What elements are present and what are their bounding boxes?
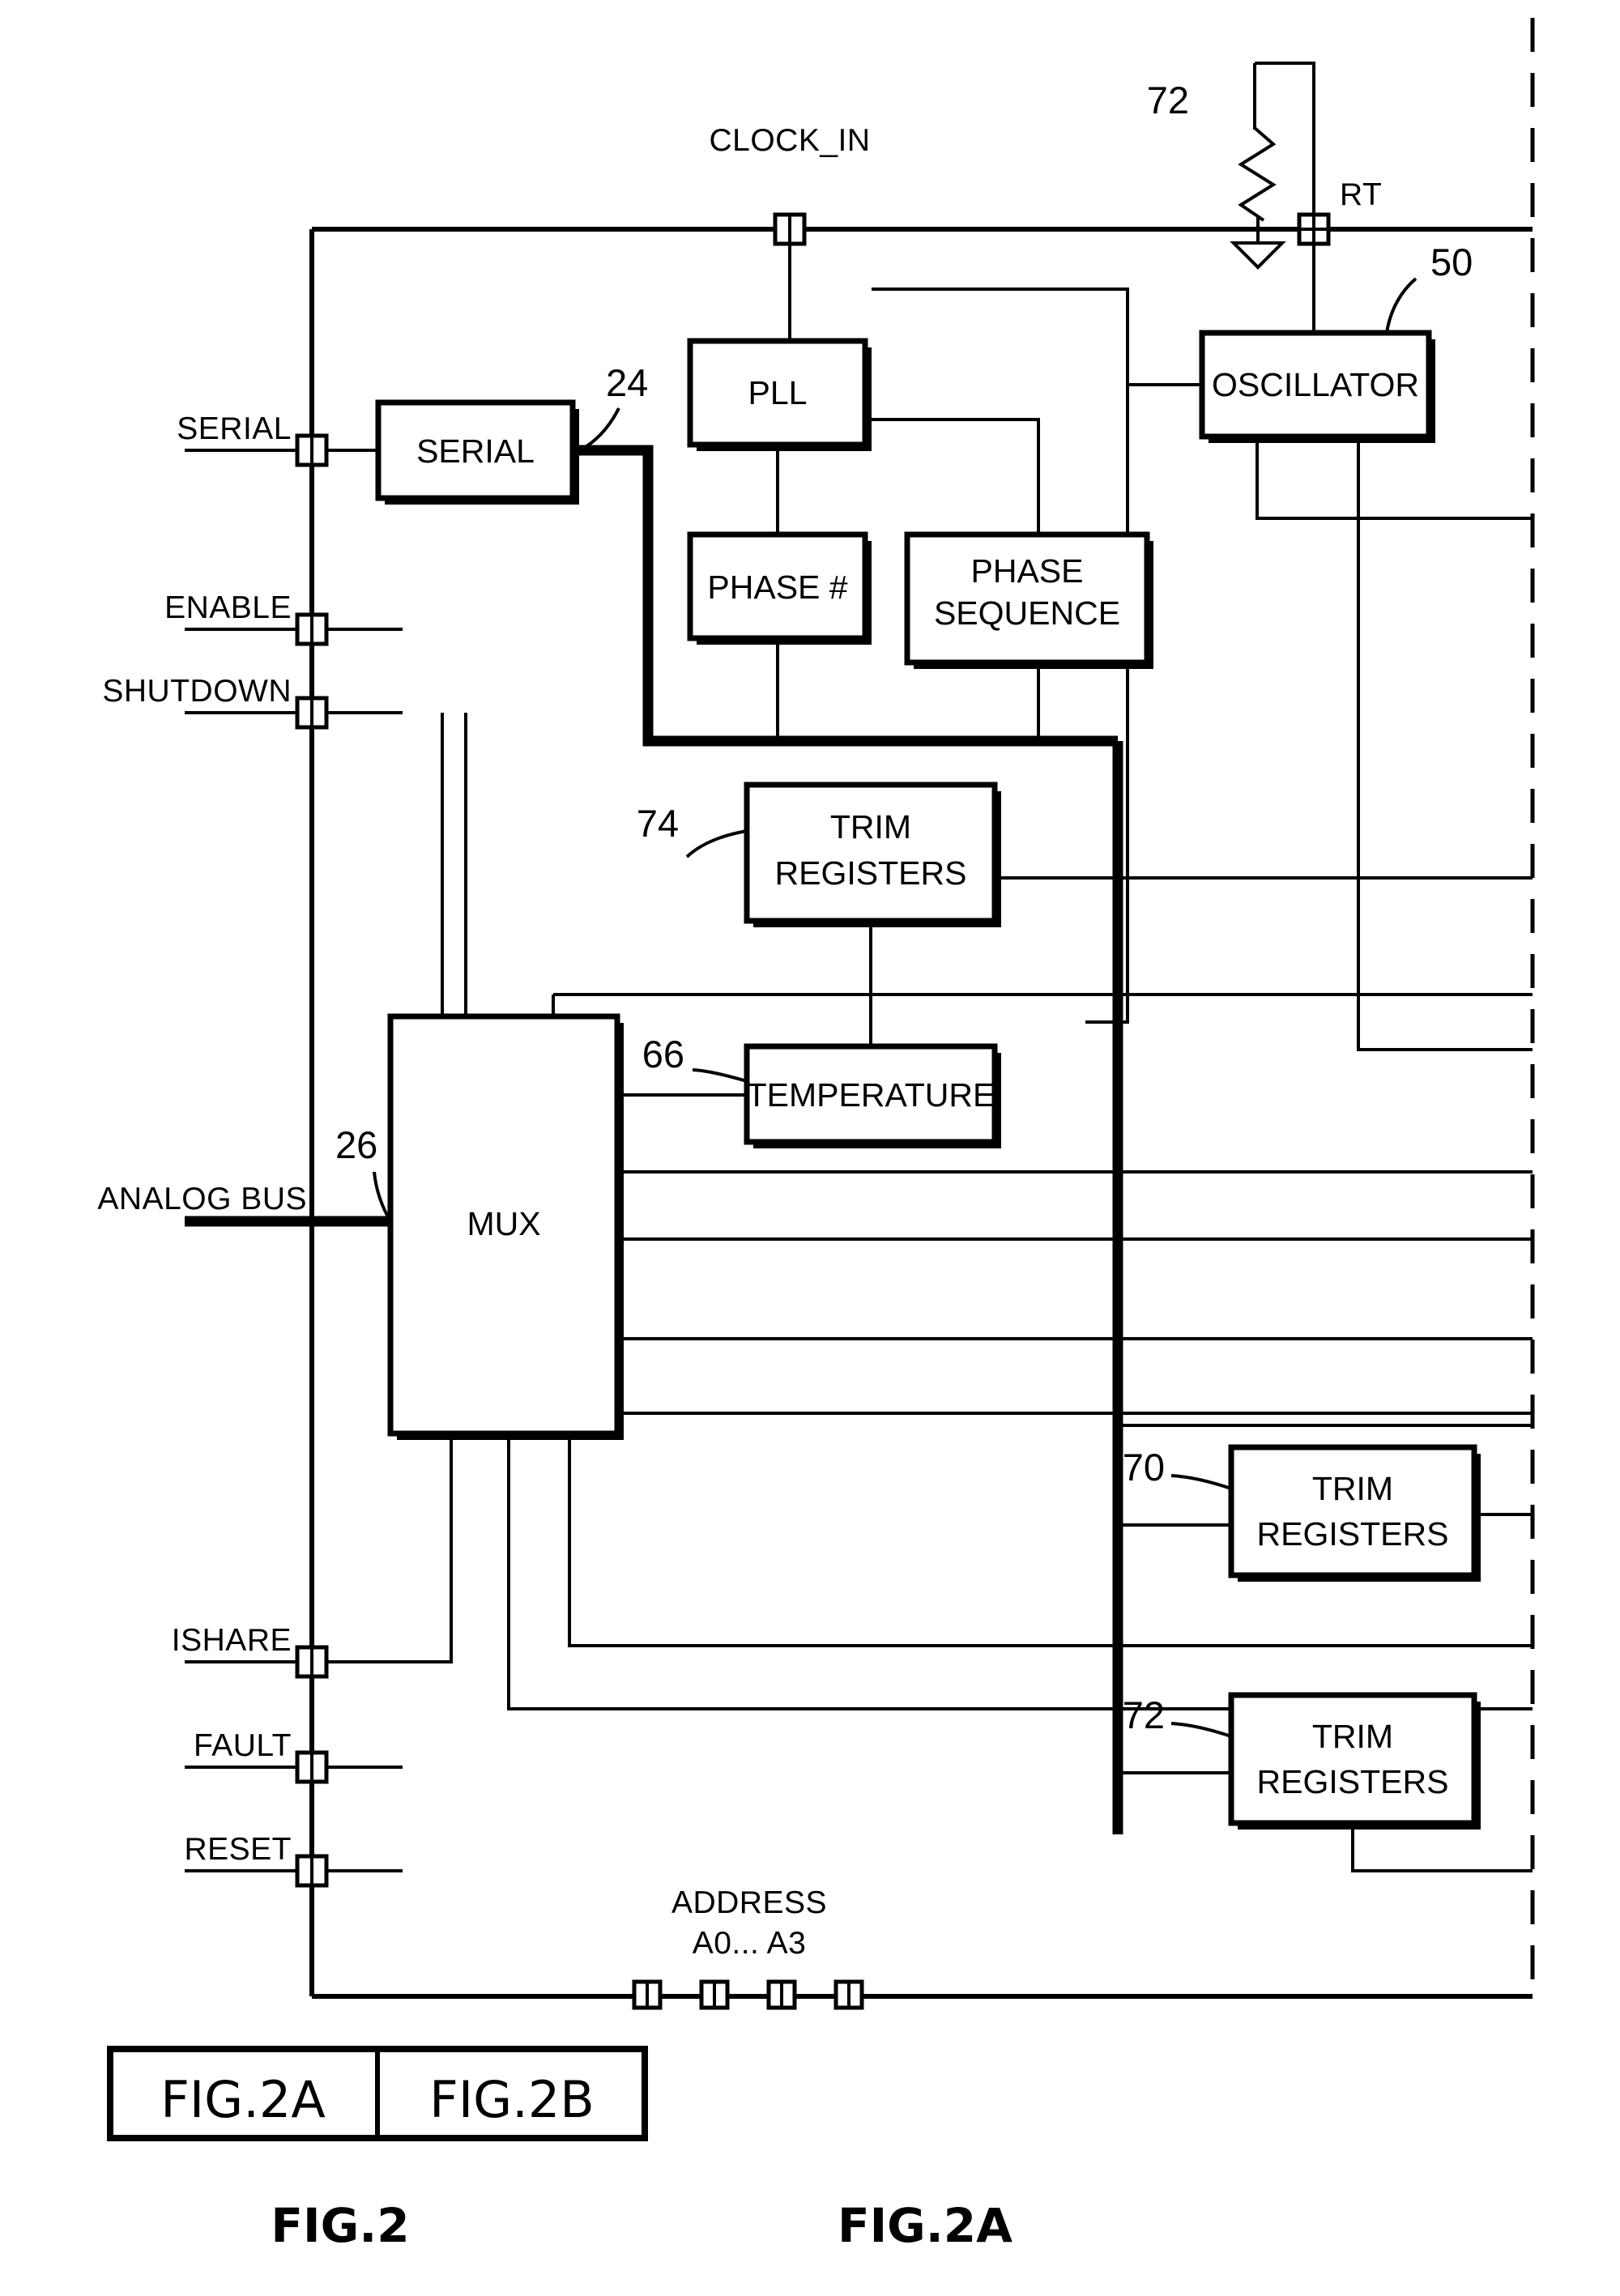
label-serial-pin: SERIAL — [177, 411, 292, 446]
block-label-trim74-l2: REGISTERS — [775, 854, 967, 892]
leader-74 — [685, 829, 748, 858]
label-fault: FAULT — [194, 1728, 292, 1763]
resistor-symbol — [1238, 126, 1277, 222]
oscillator-out-1 — [1256, 437, 1533, 520]
block-label-trim70-l2: REGISTERS — [1257, 1515, 1449, 1553]
block-label-oscillator: OSCILLATOR — [1212, 366, 1419, 403]
ref-72-value: 72 — [1123, 1693, 1165, 1736]
block-label-phase-seq-l2: SEQUENCE — [934, 594, 1120, 632]
block-label-phase-seq-l1: PHASE — [971, 552, 1084, 590]
trim-registers-72-block[interactable] — [1228, 1692, 1477, 1826]
leader-72 — [1170, 1722, 1232, 1738]
label-address-line1: ADDRESS — [671, 1885, 827, 1920]
label-ishare: ISHARE — [172, 1623, 292, 1658]
ref-70: 70 — [1123, 1446, 1165, 1489]
patent-figure-sheet: CLOCK_IN RT 72 50 SERIAL ENABLE SHUTDOWN… — [0, 0, 1620, 2296]
leader-24 — [579, 407, 620, 452]
leader-70 — [1170, 1474, 1232, 1490]
block-label-pll: PLL — [748, 374, 808, 411]
schematic-canvas: CLOCK_IN RT 72 50 SERIAL ENABLE SHUTDOWN… — [97, 18, 1535, 2253]
pll-to-oscillator-wire — [872, 288, 1129, 385]
label-enable: ENABLE — [164, 590, 292, 625]
figure-key-cell-2a[interactable]: FIG.2A — [160, 2070, 326, 2129]
ref-74: 74 — [637, 802, 679, 845]
label-rt: RT — [1340, 177, 1382, 212]
ground-arrow-icon — [1230, 241, 1286, 270]
block-label-trim70-l1: TRIM — [1312, 1470, 1393, 1507]
label-address-line2: A0... A3 — [693, 1926, 807, 1961]
block-label-temperature: TEMPERATURE — [747, 1076, 995, 1114]
figure-caption: FIG.2A — [838, 2198, 1013, 2253]
block-label-trim72-l2: REGISTERS — [1257, 1763, 1449, 1800]
block-label-mux: MUX — [467, 1205, 540, 1242]
ref-26: 26 — [335, 1123, 377, 1166]
ref-66: 66 — [642, 1033, 684, 1076]
figure-key-caption: FIG.2 — [271, 2198, 409, 2253]
trim-registers-74-block[interactable] — [744, 782, 998, 924]
block-label-serial: SERIAL — [416, 432, 535, 470]
label-analog-bus: ANALOG BUS — [97, 1182, 307, 1216]
figure-key-cell-2b[interactable]: FIG.2B — [429, 2070, 595, 2129]
ref-24: 24 — [606, 361, 648, 404]
ref-50: 50 — [1430, 241, 1473, 283]
resistor-to-rt-wire — [1255, 62, 1315, 229]
label-shutdown: SHUTDOWN — [102, 674, 292, 709]
pll-to-phase-sequence-wire — [865, 418, 1040, 535]
block-label-phase-num: PHASE # — [707, 569, 847, 606]
block-label-trim72-l1: TRIM — [1312, 1718, 1393, 1755]
label-reset: RESET — [184, 1832, 292, 1867]
ref-52: 72 — [1147, 79, 1189, 121]
trim72-out-wire — [1351, 1823, 1533, 1872]
trim-registers-70-block[interactable] — [1228, 1444, 1477, 1578]
oscillator-out-2 — [1357, 437, 1533, 1051]
leader-50 — [1385, 277, 1418, 334]
block-label-trim74-l1: TRIM — [830, 808, 911, 846]
label-clock-in: CLOCK_IN — [709, 123, 870, 158]
leader-66 — [692, 1068, 748, 1083]
